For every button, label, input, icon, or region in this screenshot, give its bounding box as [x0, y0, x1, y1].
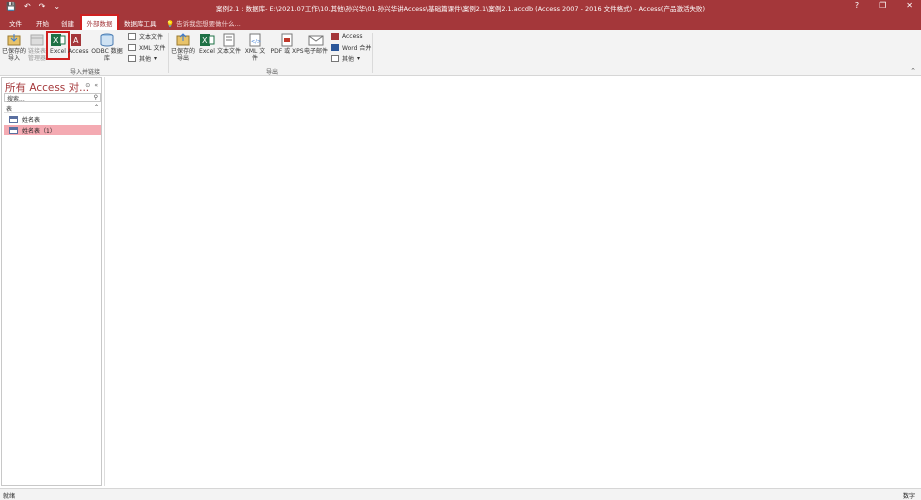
export-access-button[interactable]: Access — [331, 32, 363, 41]
export-group-label: 导出 — [266, 69, 279, 76]
chevron-down-icon: ▾ — [154, 55, 158, 62]
collapse-ribbon-button[interactable]: ⌃ — [910, 67, 916, 75]
export-email-button[interactable]: 电子邮件 — [304, 33, 328, 55]
export-xml-file-label: XML 文件 — [244, 48, 266, 62]
export-text-file-label: 文本文件 — [217, 48, 242, 55]
nav-section-tables[interactable]: 表 ⌃ — [4, 104, 101, 113]
svg-text:A: A — [73, 36, 79, 45]
export-word-merge-label: Word 合并 — [342, 45, 372, 52]
nav-search-placeholder: 搜索... — [7, 96, 25, 103]
import-xml-file-label: XML 文件 — [139, 45, 166, 52]
tab-home[interactable]: 开始 — [36, 18, 49, 28]
import-odbc-label: ODBC 数据库 — [91, 48, 123, 62]
search-icon[interactable]: ⚲ — [94, 94, 98, 101]
xml-file-icon: </> — [249, 33, 261, 47]
xml-file-icon — [128, 44, 136, 51]
chevron-up-icon: ⌃ — [93, 104, 99, 111]
nav-menu-icon[interactable]: ⊙ — [85, 82, 90, 89]
title-bar: 💾 ↶ ↷ ⌄ 案例2.1 : 数据库- E:\2021.07工作\10.其他\… — [0, 0, 921, 15]
tab-external-data[interactable]: 外部数据 — [80, 14, 119, 32]
export-pdf-xps-button[interactable]: PDF 或 XPS — [270, 33, 304, 55]
odbc-icon — [100, 33, 114, 47]
export-excel-label: Excel — [199, 48, 215, 55]
saved-exports-icon — [176, 33, 190, 46]
linked-table-manager-label: 链接表管理器 — [27, 48, 46, 62]
import-odbc-button[interactable]: ODBC 数据库 — [89, 33, 125, 62]
text-file-icon — [128, 33, 136, 40]
help-button[interactable]: ? — [855, 1, 859, 10]
export-access-label: Access — [342, 33, 363, 40]
nav-item-label: 姓名表（1） — [22, 127, 56, 135]
word-icon — [331, 44, 339, 51]
saved-imports-button[interactable]: 已保存的导入 — [2, 33, 26, 62]
import-more-label: 其他 — [139, 56, 152, 63]
tab-file[interactable]: 文件 — [9, 18, 22, 28]
text-file-icon — [223, 33, 235, 47]
export-xml-file-button[interactable]: </> XML 文件 — [242, 33, 268, 62]
import-xml-file-button[interactable]: XML 文件 — [128, 43, 166, 52]
nav-collapse-icon[interactable]: « — [94, 82, 98, 89]
chevron-down-icon: ▾ — [357, 55, 361, 62]
svg-text:X: X — [202, 36, 208, 45]
navigation-pane: 所有 Access 对... ⊙ « 搜索... ⚲ 表 ⌃ 姓名表 姓名表（1… — [1, 77, 102, 486]
export-text-file-button[interactable]: 文本文件 — [217, 33, 241, 55]
import-access-button[interactable]: A Access — [68, 33, 89, 55]
import-group-label: 导入并链接 — [70, 69, 101, 76]
tab-create[interactable]: 创建 — [61, 18, 74, 28]
pdf-icon — [281, 33, 293, 47]
tell-me-label: 告诉我您想要做什么... — [176, 20, 241, 28]
import-text-file-button[interactable]: 文本文件 — [128, 32, 163, 41]
nav-pane-controls: ⊙ « — [85, 82, 98, 89]
import-access-label: Access — [68, 48, 89, 55]
export-word-merge-button[interactable]: Word 合并 — [331, 43, 371, 52]
linked-table-manager-button[interactable]: 链接表管理器 — [26, 33, 48, 62]
access-icon — [331, 33, 339, 40]
table-icon — [9, 126, 18, 134]
group-separator — [168, 33, 169, 73]
export-more-button[interactable]: 其他 ▾ — [331, 54, 360, 63]
status-numlock: 数字 — [902, 493, 915, 500]
nav-section-label: 表 — [6, 106, 13, 113]
tab-database-tools[interactable]: 数据库工具 — [124, 18, 157, 28]
export-excel-button[interactable]: X Excel — [197, 33, 217, 55]
table-icon — [9, 115, 18, 123]
excel-highlight-box — [46, 31, 70, 60]
status-ready: 就绪 — [3, 493, 16, 500]
linked-table-manager-icon — [30, 34, 44, 46]
document-workspace — [104, 77, 921, 486]
export-pdf-xps-label: PDF 或 XPS — [270, 48, 304, 55]
access-icon: A — [71, 34, 81, 46]
saved-exports-label: 已保存的导出 — [171, 48, 196, 62]
saved-imports-icon — [7, 34, 21, 46]
group-separator — [372, 33, 373, 73]
tell-me-box[interactable]: 💡 告诉我您想要做什么... — [166, 18, 241, 28]
email-icon — [308, 35, 324, 46]
excel-icon: X — [200, 34, 215, 46]
status-bar: 就绪 数字 — [0, 488, 921, 500]
saved-exports-button[interactable]: 已保存的导出 — [171, 33, 195, 62]
window-controls: ? ❐ ✕ — [855, 1, 913, 10]
nav-item-table-selected[interactable]: 姓名表（1） — [4, 125, 101, 135]
more-icon — [331, 55, 339, 62]
more-icon — [128, 55, 136, 62]
ribbon-tabs: 文件 开始 创建 外部数据 数据库工具 💡 告诉我您想要做什么... — [0, 14, 921, 32]
nav-item-table[interactable]: 姓名表 — [4, 114, 101, 124]
import-text-file-label: 文本文件 — [139, 34, 164, 41]
export-email-label: 电子邮件 — [304, 48, 329, 55]
ribbon: 已保存的导入 链接表管理器 X Excel A Access ODBC 数据库 … — [0, 30, 921, 76]
restore-button[interactable]: ❐ — [879, 1, 886, 10]
window-title: 案例2.1 : 数据库- E:\2021.07工作\10.其他\孙兴华\01.孙… — [215, 5, 705, 13]
export-more-label: 其他 — [342, 56, 355, 63]
saved-imports-label: 已保存的导入 — [2, 48, 27, 62]
close-button[interactable]: ✕ — [906, 1, 913, 10]
import-more-button[interactable]: 其他 ▾ — [128, 54, 157, 63]
svg-text:</>: </> — [251, 39, 261, 45]
nav-item-label: 姓名表 — [22, 116, 41, 124]
nav-search-input[interactable]: 搜索... ⚲ — [4, 93, 101, 103]
